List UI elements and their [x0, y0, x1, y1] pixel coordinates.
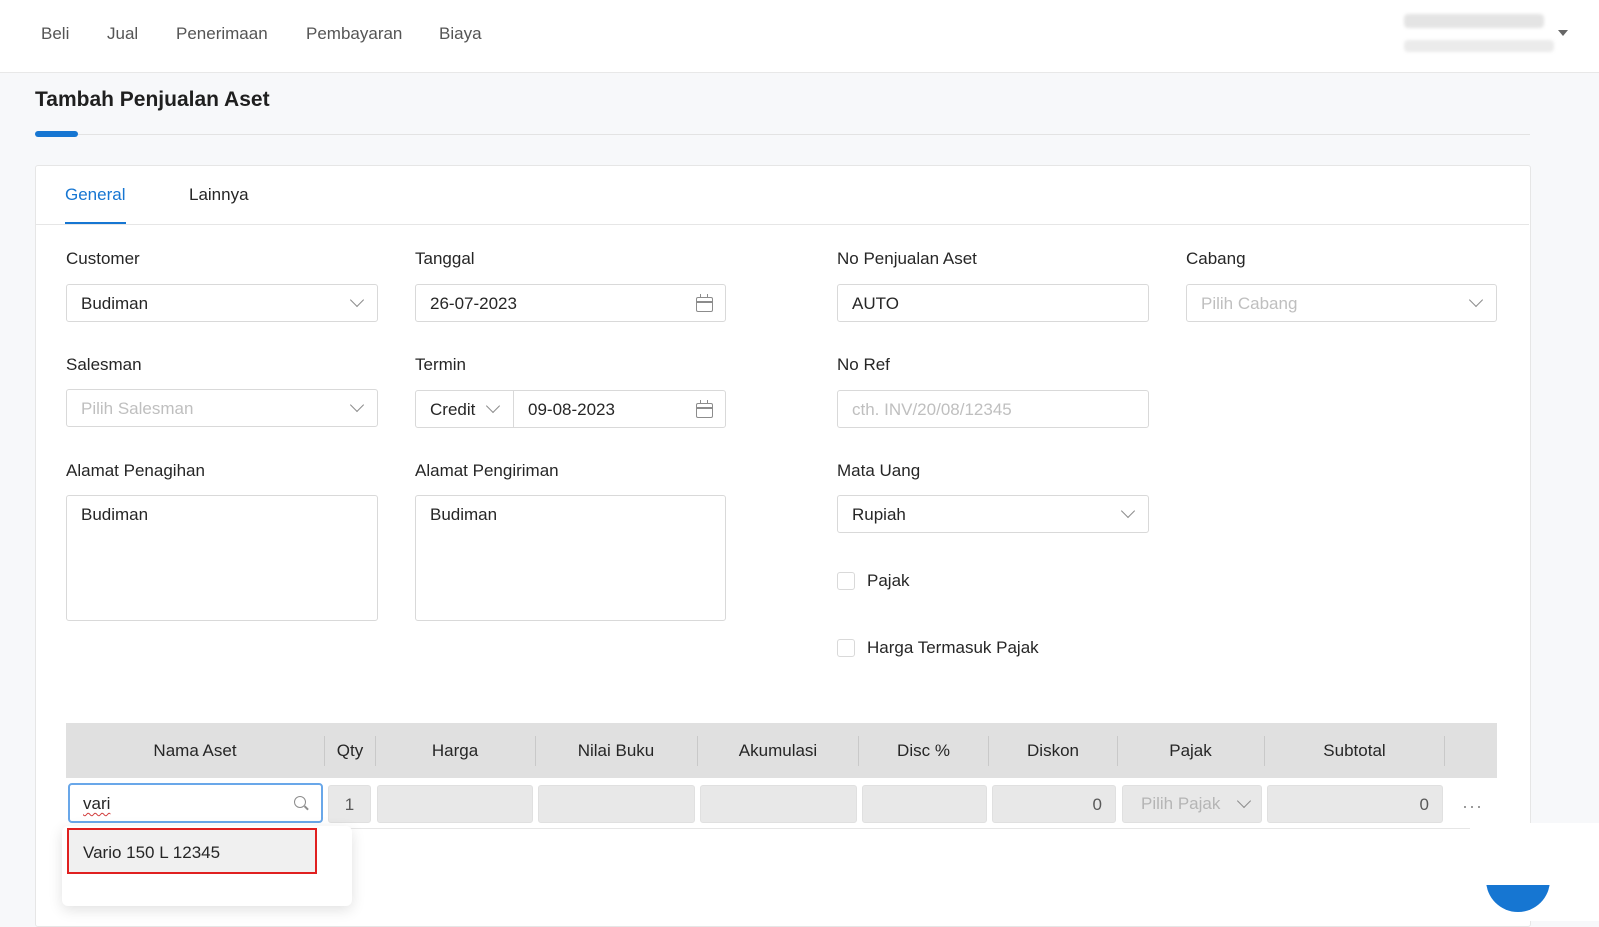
subtotal-input[interactable]: 0: [1267, 785, 1443, 823]
chevron-down-icon: [349, 292, 365, 308]
termin-type-select[interactable]: Credit: [415, 390, 514, 428]
cabang-placeholder: Pilih Cabang: [1201, 294, 1298, 313]
suggestion-item[interactable]: Vario 150 L 12345: [67, 828, 317, 874]
pajak-checkbox-label: Pajak: [867, 571, 910, 590]
tanggal-date-picker[interactable]: 26-07-2023: [415, 284, 726, 322]
no-penjualan-input[interactable]: AUTO: [837, 284, 1149, 322]
column-header-harga: Harga: [431, 741, 479, 760]
title-underline: [35, 131, 78, 137]
column-header-pajak: Pajak: [1169, 741, 1212, 760]
pajak-checkbox[interactable]: [837, 572, 855, 590]
mata-uang-select[interactable]: Rupiah: [837, 495, 1149, 533]
nav-item-jual[interactable]: Jual: [107, 24, 138, 44]
no-ref-label: No Ref: [837, 355, 890, 374]
diskon-input[interactable]: 0: [992, 785, 1116, 823]
column-header-diskon: Diskon: [1027, 741, 1079, 760]
customer-label: Customer: [66, 249, 140, 268]
chevron-down-icon: [349, 397, 365, 413]
no-penjualan-label: No Penjualan Aset: [837, 249, 977, 268]
column-header-qty: Qty: [336, 741, 364, 760]
mata-uang-value: Rupiah: [852, 505, 906, 524]
more-icon[interactable]: ···: [1462, 796, 1483, 817]
alamat-pengiriman-textarea[interactable]: Budiman: [415, 495, 726, 621]
harga-termasuk-pajak-checkbox[interactable]: [837, 639, 855, 657]
nav-item-biaya[interactable]: Biaya: [439, 24, 482, 44]
harga-input[interactable]: [377, 785, 533, 823]
page-title: Tambah Penjualan Aset: [35, 88, 270, 111]
termin-date-value: 09-08-2023: [528, 400, 615, 419]
pajak-select-placeholder: Pilih Pajak: [1141, 794, 1221, 813]
column-header-nama-aset: Nama Aset: [153, 741, 237, 760]
customer-select[interactable]: Budiman: [66, 284, 378, 322]
mata-uang-label: Mata Uang: [837, 461, 921, 480]
nama-aset-search-value: vari: [83, 794, 111, 813]
tab-general[interactable]: General: [65, 185, 125, 205]
nav-item-pembayaran[interactable]: Pembayaran: [306, 24, 402, 44]
termin-type-value: Credit: [430, 400, 476, 419]
chevron-down-icon: [1120, 503, 1136, 519]
search-icon: [294, 796, 306, 808]
column-header-subtotal: Subtotal: [1323, 741, 1386, 760]
alamat-penagihan-value: Budiman: [81, 505, 149, 524]
suggestion-label: Vario 150 L 12345: [83, 843, 221, 862]
chevron-down-icon: [1236, 793, 1252, 809]
no-ref-input[interactable]: cth. INV/20/08/12345: [837, 390, 1149, 428]
qty-value: 1: [344, 795, 355, 814]
alamat-pengiriman-value: Budiman: [430, 505, 498, 524]
harga-termasuk-pajak-label: Harga Termasuk Pajak: [867, 638, 1039, 657]
title-divider: [78, 134, 1530, 135]
no-penjualan-value: AUTO: [852, 294, 899, 313]
tanggal-value: 26-07-2023: [430, 294, 517, 313]
tab-lainnya[interactable]: Lainnya: [189, 185, 249, 205]
chevron-down-icon: [485, 398, 501, 414]
top-nav: Beli Jual Penerimaan Pembayaran Biaya: [0, 0, 1599, 73]
tabs-divider: [36, 224, 1529, 225]
column-header-disc-pct: Disc %: [897, 741, 950, 760]
termin-label: Termin: [415, 355, 467, 374]
customer-value: Budiman: [81, 294, 149, 313]
corner-mask: [1470, 823, 1599, 885]
diskon-value: 0: [1092, 795, 1102, 814]
salesman-placeholder: Pilih Salesman: [81, 399, 194, 418]
salesman-label: Salesman: [66, 355, 142, 374]
nilai-buku-input[interactable]: [538, 785, 695, 823]
alamat-penagihan-label: Alamat Penagihan: [66, 461, 205, 480]
pajak-select[interactable]: Pilih Pajak: [1122, 785, 1262, 823]
column-header-akumulasi: Akumulasi: [738, 741, 818, 760]
nav-item-beli[interactable]: Beli: [41, 24, 69, 44]
cabang-label: Cabang: [1186, 249, 1246, 268]
no-ref-placeholder: cth. INV/20/08/12345: [852, 400, 1012, 419]
nav-item-penerimaan[interactable]: Penerimaan: [176, 24, 268, 44]
calendar-icon: [696, 400, 713, 418]
alamat-penagihan-textarea[interactable]: Budiman: [66, 495, 378, 621]
alamat-pengiriman-label: Alamat Pengiriman: [415, 461, 559, 480]
salesman-select[interactable]: Pilih Salesman: [66, 389, 378, 427]
calendar-icon: [696, 294, 713, 312]
nama-aset-search-input[interactable]: vari: [68, 783, 323, 823]
disc-pct-input[interactable]: [862, 785, 987, 823]
tanggal-label: Tanggal: [415, 249, 475, 268]
user-name-blurred[interactable]: [1404, 14, 1544, 28]
asset-table-header: Nama Aset Qty Harga Nilai Buku Akumulasi…: [66, 723, 1497, 778]
termin-date-picker[interactable]: 09-08-2023: [513, 390, 726, 428]
cabang-select[interactable]: Pilih Cabang: [1186, 284, 1497, 322]
user-email-blurred: [1404, 40, 1554, 52]
column-divider: [1444, 736, 1445, 766]
akumulasi-input[interactable]: [700, 785, 857, 823]
subtotal-value: 0: [1419, 795, 1429, 814]
chevron-down-icon: [1468, 292, 1484, 308]
user-caret-icon[interactable]: [1558, 30, 1568, 36]
column-header-nilai-buku: Nilai Buku: [577, 741, 655, 760]
qty-input[interactable]: 1: [328, 785, 371, 823]
